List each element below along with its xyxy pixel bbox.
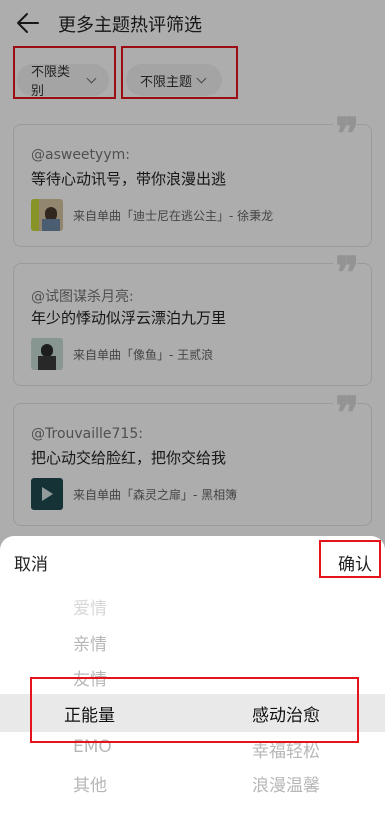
theme-option-selected[interactable]: 感动治愈 bbox=[252, 701, 320, 726]
category-option-selected[interactable]: 正能量 bbox=[64, 701, 115, 726]
category-option[interactable]: 友情 bbox=[73, 665, 107, 690]
picker-selection-band bbox=[0, 694, 385, 732]
confirm-button[interactable]: 确认 bbox=[338, 550, 372, 575]
category-option[interactable]: EMO bbox=[73, 737, 112, 757]
category-option[interactable]: 亲情 bbox=[73, 630, 107, 655]
theme-option[interactable]: 浪漫温馨 bbox=[252, 771, 320, 796]
filter-picker-sheet: 取消 确认 爱情 亲情 友情 正能量 EMO 其他 感动治愈 幸福轻松 浪漫温馨 bbox=[0, 536, 385, 815]
cancel-button[interactable]: 取消 bbox=[14, 550, 48, 575]
category-option[interactable]: 爱情 bbox=[73, 594, 107, 619]
category-option[interactable]: 其他 bbox=[73, 771, 107, 796]
theme-option[interactable]: 幸福轻松 bbox=[252, 737, 320, 762]
